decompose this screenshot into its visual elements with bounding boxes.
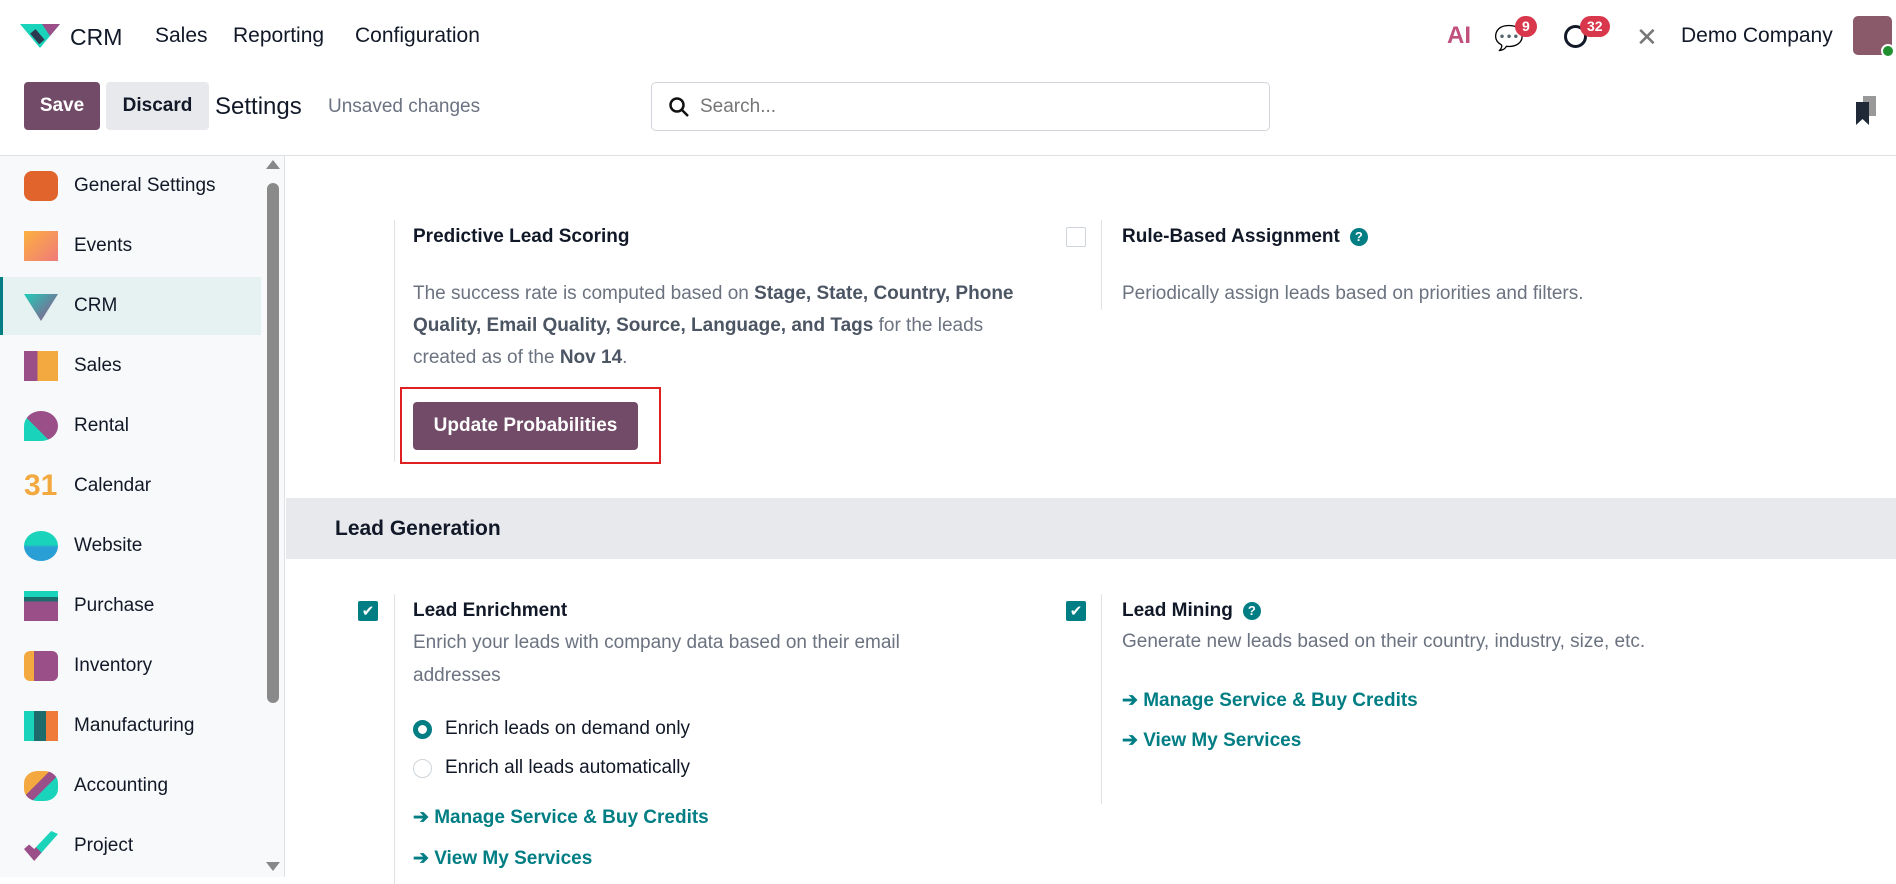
crm-logo-icon[interactable] bbox=[20, 22, 60, 50]
tools-icon[interactable]: ✕ bbox=[1636, 22, 1658, 53]
search-input[interactable] bbox=[700, 93, 1250, 120]
events-icon bbox=[24, 231, 58, 261]
activities-badge: 32 bbox=[1580, 16, 1610, 37]
search-icon bbox=[669, 97, 689, 117]
sales-icon bbox=[24, 351, 58, 381]
rental-icon bbox=[24, 411, 58, 441]
messages-badge: 9 bbox=[1515, 16, 1537, 37]
ai-icon[interactable]: AI bbox=[1447, 22, 1471, 50]
scroll-up-arrow[interactable] bbox=[266, 160, 280, 169]
unsaved-status: Unsaved changes bbox=[328, 96, 481, 117]
sidebar-item-events[interactable]: Events bbox=[0, 217, 261, 275]
lead-enrichment-title: Lead Enrichment bbox=[413, 600, 568, 621]
sidebar-item-manufacturing[interactable]: Manufacturing bbox=[0, 697, 261, 755]
general-settings-icon bbox=[24, 171, 58, 201]
app-name[interactable]: CRM bbox=[70, 24, 122, 51]
lead-mining-title: Lead Mining? bbox=[1122, 600, 1261, 622]
sidebar-item-rental[interactable]: Rental bbox=[0, 397, 261, 455]
save-button[interactable]: Save bbox=[24, 82, 100, 130]
project-icon bbox=[24, 831, 58, 861]
sidebar-item-accounting[interactable]: Accounting bbox=[0, 757, 261, 815]
radio-unselected-icon bbox=[413, 758, 432, 778]
radio-enrich-on-demand[interactable]: Enrich leads on demand only bbox=[413, 718, 690, 740]
scroll-down-arrow[interactable] bbox=[266, 862, 280, 871]
manufacturing-icon bbox=[24, 711, 58, 741]
update-probabilities-button[interactable]: Update Probabilities bbox=[413, 402, 638, 450]
enrich-view-services-link[interactable]: ➔ View My Services bbox=[413, 847, 592, 870]
sidebar-item-project[interactable]: Project bbox=[0, 817, 261, 875]
inventory-icon bbox=[24, 651, 58, 681]
top-navbar: CRM Sales Reporting Configuration AI 💬 9… bbox=[0, 0, 1896, 72]
company-switcher[interactable]: Demo Company bbox=[1681, 24, 1833, 48]
sidebar-item-website[interactable]: Website bbox=[0, 517, 261, 575]
help-icon[interactable]: ? bbox=[1349, 228, 1368, 246]
sidebar-item-sales[interactable]: Sales bbox=[0, 337, 261, 395]
lead-enrichment-checkbox[interactable]: ✔ bbox=[358, 601, 378, 621]
rba-title: Rule-Based Assignment? bbox=[1122, 226, 1368, 248]
enrich-manage-credits-link[interactable]: ➔ Manage Service & Buy Credits bbox=[413, 806, 709, 829]
menu-reporting[interactable]: Reporting bbox=[233, 24, 324, 48]
sidebar-item-purchase[interactable]: Purchase bbox=[0, 577, 261, 635]
online-status-icon bbox=[1881, 44, 1895, 58]
lead-enrichment-description: Enrich your leads with company data base… bbox=[413, 632, 900, 686]
calendar-icon: 31 bbox=[24, 469, 58, 502]
page-title: Settings bbox=[215, 93, 302, 120]
sidebar-item-general-settings[interactable]: General Settings bbox=[0, 157, 261, 215]
purchase-icon bbox=[24, 591, 58, 621]
radio-selected-icon bbox=[413, 719, 432, 739]
help-icon[interactable]: ? bbox=[1242, 602, 1261, 620]
settings-content: Predictive Lead Scoring The success rate… bbox=[286, 156, 1896, 884]
settings-sidebar: General Settings Events CRM Sales Rental… bbox=[0, 156, 285, 877]
mining-manage-credits-link[interactable]: ➔ Manage Service & Buy Credits bbox=[1122, 689, 1418, 712]
section-header: Lead Generation bbox=[286, 498, 1896, 559]
search-box[interactable] bbox=[651, 82, 1270, 131]
menu-configuration[interactable]: Configuration bbox=[355, 24, 480, 48]
rule-based-assignment-checkbox[interactable] bbox=[1066, 227, 1086, 247]
website-icon bbox=[24, 531, 58, 561]
rba-description: Periodically assign leads based on prior… bbox=[1122, 283, 1584, 304]
lead-mining-checkbox[interactable]: ✔ bbox=[1066, 601, 1086, 621]
radio-enrich-automatically[interactable]: Enrich all leads automatically bbox=[413, 757, 690, 779]
bookmark-icon[interactable] bbox=[1856, 96, 1878, 126]
mining-view-services-link[interactable]: ➔ View My Services bbox=[1122, 729, 1301, 752]
discard-button[interactable]: Discard bbox=[106, 82, 209, 130]
pls-description: The success rate is computed based on St… bbox=[413, 283, 1014, 368]
sidebar-item-calendar[interactable]: 31 Calendar bbox=[0, 457, 261, 515]
user-avatar[interactable] bbox=[1853, 16, 1895, 58]
pls-title: Predictive Lead Scoring bbox=[413, 226, 630, 247]
crm-icon bbox=[24, 294, 58, 321]
sidebar-item-inventory[interactable]: Inventory bbox=[0, 637, 261, 695]
accounting-icon bbox=[24, 771, 58, 801]
sidebar-scrollbar[interactable] bbox=[267, 183, 279, 703]
sidebar-item-crm[interactable]: CRM bbox=[0, 277, 261, 335]
menu-sales[interactable]: Sales bbox=[155, 24, 208, 48]
section-title-lead-generation: Lead Generation bbox=[335, 517, 501, 540]
control-panel: Save Discard Settings Unsaved changes bbox=[0, 72, 1896, 156]
lead-mining-description: Generate new leads based on their countr… bbox=[1122, 631, 1646, 652]
